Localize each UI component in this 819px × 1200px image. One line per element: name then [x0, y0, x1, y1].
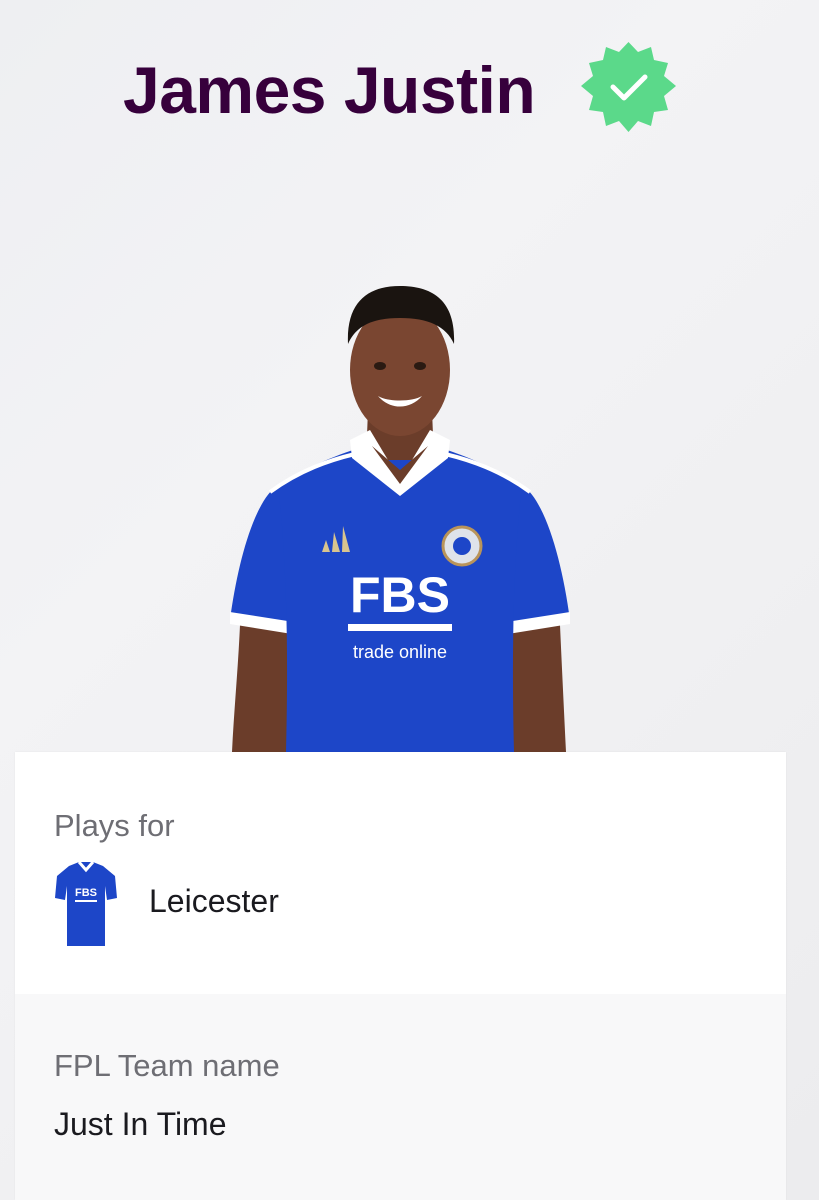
- svg-text:FBS: FBS: [350, 567, 450, 623]
- player-info-card: Plays for FBS Leicester FPL Team name Ju…: [15, 752, 786, 1200]
- fpl-team-section: FPL Team name Just In Time: [15, 994, 786, 1200]
- leicester-shirt-icon: FBS: [55, 861, 117, 946]
- verified-check-badge-icon: [581, 42, 676, 132]
- plays-for-label: Plays for: [54, 808, 175, 843]
- fpl-team-name-value: Just In Time: [54, 1106, 227, 1142]
- player-name: James Justin: [123, 53, 536, 127]
- player-portrait: FBS trade online: [200, 270, 600, 752]
- svg-text:FBS: FBS: [75, 887, 97, 899]
- fpl-team-name-label: FPL Team name: [54, 1048, 280, 1083]
- plays-for-section: Plays for FBS Leicester: [15, 752, 786, 994]
- profile-header: James Justin: [0, 40, 819, 140]
- svg-text:trade online: trade online: [353, 642, 447, 662]
- club-name: Leicester: [149, 883, 279, 919]
